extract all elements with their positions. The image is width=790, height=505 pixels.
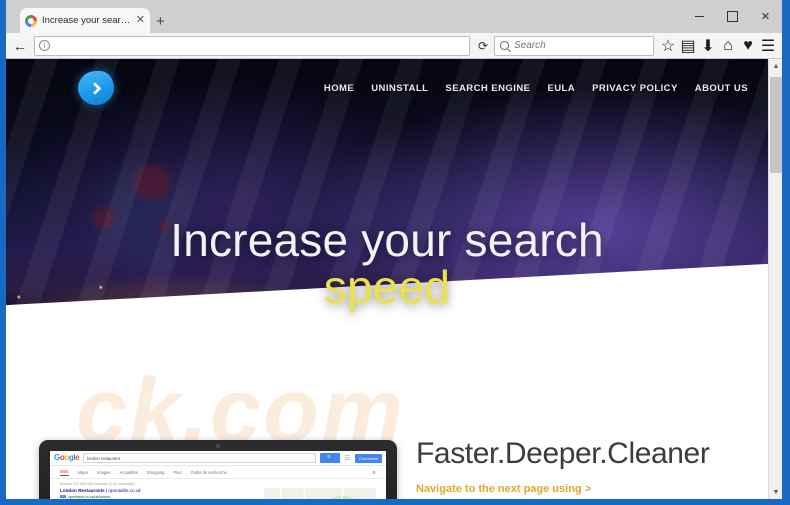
- hero-headline-line1: Increase your search: [170, 214, 604, 266]
- result-url: opentable.co.uk/uk/london: [68, 494, 111, 499]
- downloads-icon[interactable]: ⬇: [698, 35, 718, 57]
- menu-icon[interactable]: ☰: [758, 35, 778, 57]
- result-url-row: Ad opentable.co.uk/uk/london: [60, 495, 258, 499]
- search-result-item[interactable]: London Restaurants | opentable.co.uk Ad …: [60, 488, 258, 499]
- google-result-tabs: Web Maps Images Actualités Shopping Plus…: [50, 466, 386, 479]
- feature-copy-column: Faster.Deeper.Cleaner Navigate to the ne…: [416, 437, 768, 499]
- google-tab-images[interactable]: Images: [97, 470, 111, 475]
- google-query-input[interactable]: london restaurant: [83, 453, 316, 463]
- google-tab-web[interactable]: Web: [60, 469, 69, 476]
- google-result-stats: Environ 227 000 000 résultats (0,42 seco…: [60, 482, 135, 486]
- feature-title: Faster.Deeper.Cleaner: [416, 437, 710, 470]
- google-tab-news[interactable]: Actualités: [120, 470, 138, 475]
- google-results-list: London Restaurants | opentable.co.uk Ad …: [60, 488, 258, 499]
- reading-list-icon[interactable]: ▤: [678, 35, 698, 57]
- nav-item-about-us[interactable]: ABOUT US: [695, 83, 748, 94]
- scroll-up-arrow-icon[interactable]: ▲: [769, 59, 782, 73]
- window-controls: ✕: [683, 0, 782, 33]
- tablet-mockup: Google london restaurant 🔍 ☷ Connexion W…: [39, 440, 397, 499]
- browser-toolbar: ← i ⟳ Search ☆ ▤ ⬇ ⌂ ♥ ☰: [6, 33, 782, 59]
- google-signin-button[interactable]: Connexion: [354, 453, 382, 463]
- feature-subtitle: Navigate to the next page using >: [416, 483, 592, 495]
- site-header: HOME UNINSTALL SEARCH ENGINE EULA PRIVAC…: [6, 59, 768, 117]
- maximize-button[interactable]: [716, 0, 749, 33]
- tab-strip: Increase your search speed ✕ +: [6, 0, 782, 33]
- google-logo-letter: e: [75, 453, 80, 462]
- pocket-icon[interactable]: ♥: [738, 35, 758, 57]
- google-results-body: London Restaurants | opentable.co.uk Ad …: [50, 488, 386, 499]
- title-bar: Increase your search speed ✕ + ✕: [6, 0, 782, 33]
- search-input[interactable]: Search: [514, 40, 546, 51]
- site-navigation: HOME UNINSTALL SEARCH ENGINE EULA PRIVAC…: [324, 59, 748, 117]
- tab-favicon-icon: [25, 14, 37, 27]
- home-icon[interactable]: ⌂: [718, 35, 738, 57]
- nav-item-privacy-policy[interactable]: PRIVACY POLICY: [592, 83, 678, 94]
- google-apps-icon[interactable]: ☷: [344, 454, 351, 462]
- result-title-main: London Restaurants: [60, 488, 105, 493]
- tab-close-icon[interactable]: ✕: [136, 15, 145, 26]
- toolbar-icons: ☆ ▤ ⬇ ⌂ ♥ ☰: [658, 35, 782, 57]
- browser-tab[interactable]: Increase your search speed ✕: [20, 8, 150, 33]
- nav-item-eula[interactable]: EULA: [547, 83, 575, 94]
- google-settings-icon[interactable]: ⚙: [372, 470, 376, 475]
- nav-item-uninstall[interactable]: UNINSTALL: [371, 83, 428, 94]
- tablet-camera-icon: [216, 444, 220, 448]
- result-title[interactable]: London Restaurants | opentable.co.uk: [60, 488, 258, 494]
- red-blob-decor: [134, 164, 170, 200]
- google-logo: Google: [54, 453, 80, 462]
- tab-title: Increase your search speed: [42, 15, 133, 26]
- nav-item-home[interactable]: HOME: [324, 83, 354, 94]
- google-tab-search-tools[interactable]: Outils de recherche: [191, 470, 227, 475]
- back-button[interactable]: ←: [6, 33, 34, 59]
- scrollbar-thumb[interactable]: [770, 77, 782, 173]
- site-info-icon[interactable]: i: [39, 40, 50, 51]
- page-viewport: HOME UNINSTALL SEARCH ENGINE EULA PRIVAC…: [6, 59, 782, 499]
- scroll-down-arrow-icon[interactable]: ▼: [769, 485, 782, 499]
- google-tab-more[interactable]: Plus: [173, 470, 181, 475]
- chevron-logo-icon[interactable]: [78, 71, 114, 105]
- browser-window: Increase your search speed ✕ + ✕ ← i ⟳ S…: [0, 0, 790, 505]
- close-window-button[interactable]: ✕: [749, 0, 782, 33]
- hero-headline-line2: speed: [323, 260, 451, 313]
- search-bar[interactable]: Search: [494, 35, 654, 56]
- results-map[interactable]: [264, 488, 376, 499]
- google-search-button[interactable]: 🔍: [319, 453, 340, 463]
- page-content: HOME UNINSTALL SEARCH ENGINE EULA PRIVAC…: [6, 59, 768, 499]
- tablet-screen: Google london restaurant 🔍 ☷ Connexion W…: [50, 451, 386, 499]
- google-tab-maps[interactable]: Maps: [78, 470, 88, 475]
- search-icon: [500, 41, 509, 50]
- new-tab-button[interactable]: +: [156, 14, 165, 29]
- google-tab-shopping[interactable]: Shopping: [147, 470, 165, 475]
- nav-item-search-engine[interactable]: SEARCH ENGINE: [445, 83, 530, 94]
- url-bar[interactable]: i: [34, 35, 470, 56]
- result-title-rest: | opentable.co.uk: [104, 488, 141, 493]
- hero-headline: Increase your search speed: [6, 217, 768, 311]
- bookmark-star-icon[interactable]: ☆: [658, 35, 678, 57]
- window-border-right: [782, 0, 790, 505]
- ad-badge: Ad: [60, 495, 67, 499]
- window-border-bottom: [0, 499, 790, 505]
- minimize-button[interactable]: [683, 0, 716, 33]
- page-scrollbar[interactable]: ▲ ▼: [768, 59, 782, 499]
- google-search-bar: Google london restaurant 🔍 ☷ Connexion: [50, 451, 386, 466]
- reload-icon[interactable]: ⟳: [472, 39, 494, 53]
- logo-chevron-glyph: [88, 81, 101, 95]
